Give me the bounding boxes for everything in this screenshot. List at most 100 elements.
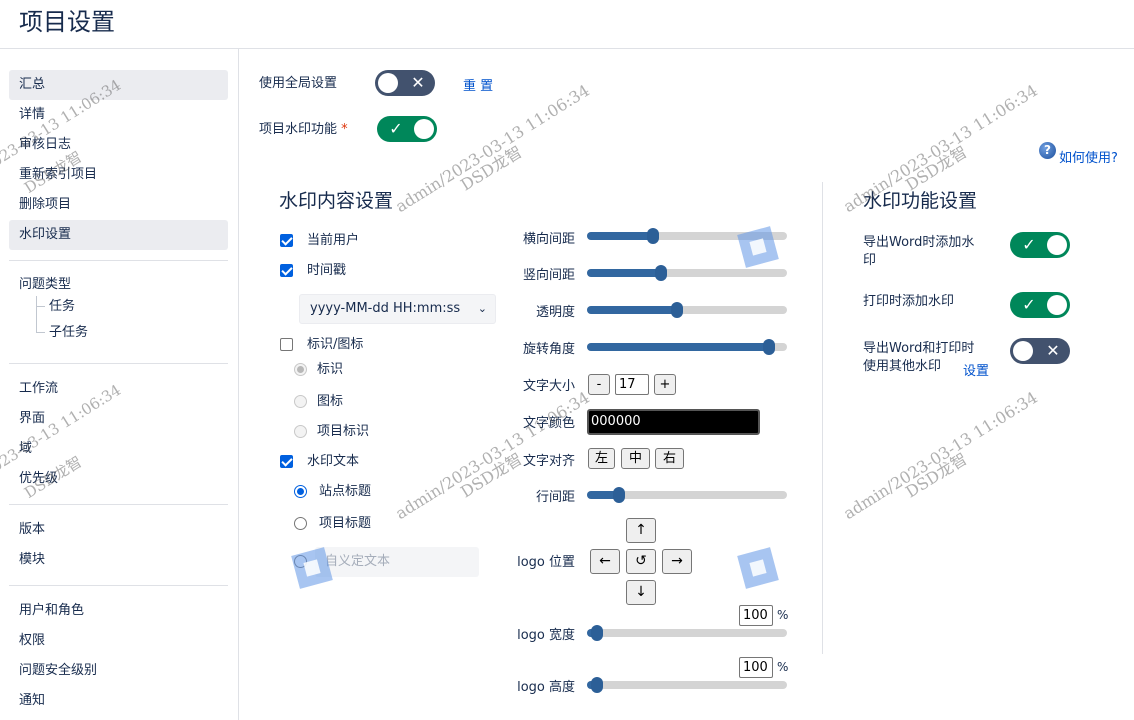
sidebar-item-priority[interactable]: 优先级 xyxy=(9,464,228,494)
rotation-slider[interactable] xyxy=(587,339,787,355)
align-right-button[interactable]: 右 xyxy=(655,448,684,469)
toggle-knob xyxy=(378,73,398,93)
tree-line xyxy=(36,296,37,333)
other-watermark-label: 导出Word和打印时 使用其他水印 xyxy=(863,341,975,374)
watermark-logo-icon xyxy=(737,547,779,589)
sidebar-separator xyxy=(9,504,228,505)
line-spacing-label: 行间距 xyxy=(535,490,575,505)
logo-reset-button[interactable]: ↺ xyxy=(626,549,656,574)
timestamp-checkbox[interactable] xyxy=(280,264,293,277)
logo-height-input[interactable]: 100 xyxy=(739,657,773,678)
slider-thumb[interactable] xyxy=(655,265,667,281)
help-icon[interactable]: ? xyxy=(1039,142,1056,159)
sidebar-item-audit-log[interactable]: 审核日志 xyxy=(9,130,228,160)
logo-option-radio[interactable] xyxy=(294,363,307,376)
current-user-label: 当前用户 xyxy=(307,233,360,248)
sidebar-item-task[interactable]: 任务 xyxy=(49,297,75,317)
watermark-text: admin/2023-03-13 11:06:34 xyxy=(840,387,1041,524)
reset-link[interactable]: 重 置 xyxy=(463,75,493,94)
sidebar-item-notifications[interactable]: 通知 xyxy=(9,686,228,716)
project-logo-radio[interactable] xyxy=(294,425,307,438)
toggle-knob xyxy=(414,119,434,139)
logo-height-slider[interactable] xyxy=(587,677,787,693)
other-watermark-settings-link[interactable]: 设置 xyxy=(963,360,989,379)
watermark-text: admin/2023-03-13 11:06:34 xyxy=(392,80,593,217)
site-title-radio[interactable] xyxy=(294,485,307,498)
current-user-checkbox[interactable] xyxy=(280,234,293,247)
sidebar-item-summary[interactable]: 汇总 xyxy=(9,70,228,100)
logo-option-label: 标识 xyxy=(317,362,344,377)
font-size-label: 文字大小 xyxy=(522,379,575,394)
font-color-input[interactable]: 000000 xyxy=(587,409,760,435)
icon-option-radio[interactable] xyxy=(294,395,307,408)
font-size-decrease-button[interactable]: - xyxy=(588,374,610,395)
sidebar-item-details[interactable]: 详情 xyxy=(9,100,228,130)
sidebar-item-reindex[interactable]: 重新索引项目 xyxy=(9,160,228,190)
page-title: 项目设置 xyxy=(19,8,115,36)
print-watermark-label: 打印时添加水印 xyxy=(863,294,955,309)
slider-thumb[interactable] xyxy=(763,339,775,355)
logo-up-button[interactable]: ↑ xyxy=(626,518,656,543)
line-spacing-slider[interactable] xyxy=(587,487,787,503)
logo-left-button[interactable]: ← xyxy=(590,549,620,574)
sidebar-item-workflow[interactable]: 工作流 xyxy=(9,374,228,404)
watermark-text-checkbox[interactable] xyxy=(280,455,293,468)
sidebar-item-permissions[interactable]: 权限 xyxy=(9,626,228,656)
tree-branch xyxy=(36,306,45,307)
sidebar-item-users-roles[interactable]: 用户和角色 xyxy=(9,596,228,626)
sidebar-item-fields[interactable]: 域 xyxy=(9,434,228,464)
percent-unit: % xyxy=(777,608,789,622)
toggle-knob xyxy=(1047,295,1067,315)
icon-option-label: 图标 xyxy=(317,394,344,409)
slider-thumb[interactable] xyxy=(647,228,659,244)
sidebar-item-components[interactable]: 模块 xyxy=(9,545,228,575)
feature-settings-title: 水印功能设置 xyxy=(863,190,978,212)
logo-height-label: logo 高度 xyxy=(517,680,575,695)
logo-label: 标识/图标 xyxy=(307,337,364,352)
slider-thumb[interactable] xyxy=(613,487,625,503)
timestamp-label: 时间戳 xyxy=(307,263,347,278)
align-left-button[interactable]: 左 xyxy=(588,448,615,469)
date-format-select[interactable]: yyyy-MM-dd HH:mm:ss ⌄ xyxy=(299,294,496,324)
content-settings-title: 水印内容设置 xyxy=(279,190,394,212)
watermark-text: DSD龙智 xyxy=(457,142,526,195)
section-divider xyxy=(822,182,823,654)
other-watermark-toggle[interactable]: ✕ xyxy=(1010,338,1070,364)
project-watermark-toggle[interactable]: ✓ xyxy=(377,116,437,142)
sidebar-item-screens[interactable]: 界面 xyxy=(9,404,228,434)
slider-thumb[interactable] xyxy=(671,302,683,318)
use-global-toggle[interactable]: ✕ xyxy=(375,70,435,96)
cross-icon: ✕ xyxy=(1046,341,1060,360)
sidebar-divider xyxy=(238,49,239,720)
slider-thumb[interactable] xyxy=(591,625,603,641)
sidebar-item-subtask[interactable]: 子任务 xyxy=(49,323,88,343)
logo-right-button[interactable]: → xyxy=(662,549,692,574)
toggle-knob xyxy=(1013,341,1033,361)
toggle-knob xyxy=(1047,235,1067,255)
font-size-increase-button[interactable]: + xyxy=(654,374,676,395)
print-watermark-toggle[interactable]: ✓ xyxy=(1010,292,1070,318)
project-title-radio[interactable] xyxy=(294,517,307,530)
watermark-text-label: 水印文本 xyxy=(307,454,360,469)
how-to-use-link[interactable]: 如何使用? xyxy=(1059,147,1118,166)
sidebar-item-issue-types[interactable]: 问题类型 xyxy=(9,270,228,300)
sidebar-item-delete-project[interactable]: 删除项目 xyxy=(9,190,228,220)
custom-text-input[interactable]: 自义定文本 xyxy=(315,547,479,577)
v-spacing-slider[interactable] xyxy=(587,265,787,281)
logo-checkbox[interactable] xyxy=(280,338,293,351)
sidebar-separator xyxy=(9,363,228,364)
logo-width-slider[interactable] xyxy=(587,625,787,641)
opacity-slider[interactable] xyxy=(587,302,787,318)
cross-icon: ✕ xyxy=(411,73,425,92)
percent-unit: % xyxy=(777,660,789,674)
export-word-toggle[interactable]: ✓ xyxy=(1010,232,1070,258)
align-center-button[interactable]: 中 xyxy=(621,448,650,469)
sidebar-item-versions[interactable]: 版本 xyxy=(9,515,228,545)
font-size-input[interactable]: 17 xyxy=(615,374,649,395)
logo-down-button[interactable]: ↓ xyxy=(626,580,656,605)
site-title-label: 站点标题 xyxy=(319,484,372,499)
sidebar-item-watermark[interactable]: 水印设置 xyxy=(9,220,228,250)
slider-thumb[interactable] xyxy=(591,677,603,693)
logo-width-input[interactable]: 100 xyxy=(739,605,773,626)
sidebar-item-issue-security[interactable]: 问题安全级别 xyxy=(9,656,228,686)
